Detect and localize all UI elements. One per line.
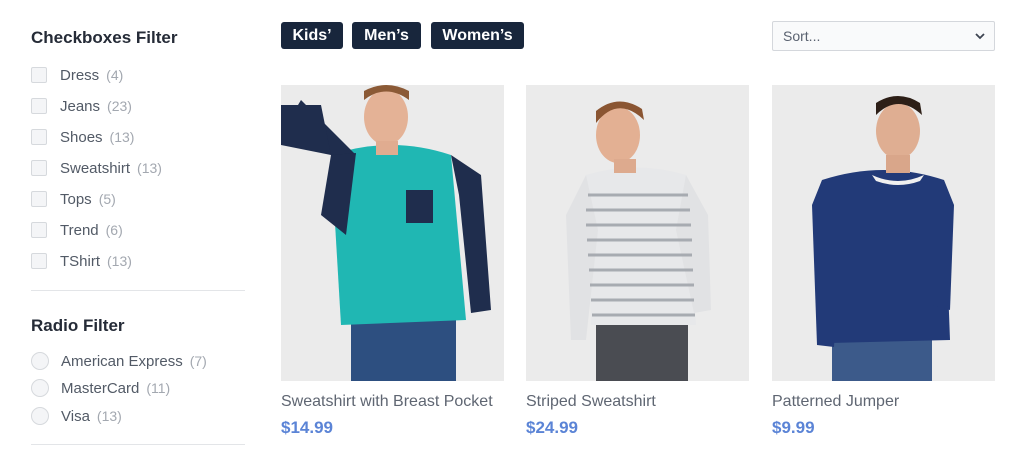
option-count: (7): [189, 353, 207, 369]
checkbox-item-tops[interactable]: Tops (5): [31, 189, 245, 209]
checkbox[interactable]: [31, 222, 47, 238]
option-label: TShirt: [60, 252, 101, 270]
checkbox-filter-title: Checkboxes Filter: [31, 28, 178, 47]
product-card[interactable]: Striped Sweatshirt $24.99: [526, 85, 749, 437]
radio-item-visa[interactable]: Visa (13): [31, 406, 245, 426]
tag-mens-button[interactable]: Men’s: [352, 22, 421, 49]
checkbox-item-dress[interactable]: Dress (4): [31, 65, 245, 85]
option-label: Visa: [61, 407, 90, 425]
radio-button[interactable]: [31, 352, 49, 370]
product-card[interactable]: Patterned Jumper $9.99: [772, 85, 995, 437]
checkbox[interactable]: [31, 67, 47, 83]
option-count: (4): [106, 67, 124, 83]
product-image[interactable]: [772, 85, 995, 381]
radio-item-american-express[interactable]: American Express (7): [31, 351, 245, 371]
product-name[interactable]: Sweatshirt with Breast Pocket: [281, 393, 493, 411]
option-count: (13): [96, 408, 122, 424]
sort-select[interactable]: Sort...: [772, 21, 995, 51]
checkbox-item-jeans[interactable]: Jeans (23): [31, 96, 245, 116]
option-label: MasterCard: [61, 379, 140, 397]
product-photo: [772, 85, 995, 381]
option-count: (13): [137, 160, 162, 176]
checkbox[interactable]: [31, 98, 47, 114]
product-photo: [526, 85, 749, 381]
sort-select-value: Sort...: [783, 28, 821, 44]
option-label: Jeans: [60, 97, 101, 115]
product-price: $24.99: [526, 418, 578, 437]
checkbox[interactable]: [31, 160, 47, 176]
option-count: (23): [107, 98, 132, 114]
product-image[interactable]: [281, 85, 504, 381]
divider: [31, 444, 245, 445]
option-label: Shoes: [60, 128, 103, 146]
option-label: Trend: [60, 221, 99, 239]
product-name[interactable]: Patterned Jumper: [772, 393, 899, 411]
radio-button[interactable]: [31, 379, 49, 397]
tag-kids-button[interactable]: Kids’: [281, 22, 343, 49]
checkbox[interactable]: [31, 253, 47, 269]
option-label: Dress: [60, 66, 100, 84]
checkbox[interactable]: [31, 129, 47, 145]
checkbox[interactable]: [31, 191, 47, 207]
option-label: Tops: [60, 190, 92, 208]
divider: [31, 290, 245, 291]
option-count: (13): [109, 129, 135, 145]
option-count: (5): [98, 191, 116, 207]
product-photo: [281, 85, 504, 381]
tag-womens-button[interactable]: Women’s: [431, 22, 524, 49]
radio-item-mastercard[interactable]: MasterCard (11): [31, 378, 245, 398]
product-price: $14.99: [281, 418, 333, 437]
option-label: American Express: [61, 352, 183, 370]
option-label: Sweatshirt: [60, 159, 131, 177]
product-card[interactable]: Sweatshirt with Breast Pocket $14.99: [281, 85, 504, 437]
checkbox-item-trend[interactable]: Trend (6): [31, 220, 245, 240]
option-count: (6): [105, 222, 123, 238]
product-image[interactable]: [526, 85, 749, 381]
checkbox-item-shoes[interactable]: Shoes (13): [31, 127, 245, 147]
option-count: (11): [146, 380, 171, 396]
product-price: $9.99: [772, 418, 815, 437]
option-count: (13): [107, 253, 132, 269]
checkbox-item-sweatshirt[interactable]: Sweatshirt (13): [31, 158, 245, 178]
radio-filter-title: Radio Filter: [31, 316, 125, 335]
chevron-down-icon: [975, 33, 985, 40]
checkbox-item-tshirt[interactable]: TShirt (13): [31, 251, 245, 271]
product-name[interactable]: Striped Sweatshirt: [526, 393, 656, 411]
radio-button[interactable]: [31, 407, 49, 425]
